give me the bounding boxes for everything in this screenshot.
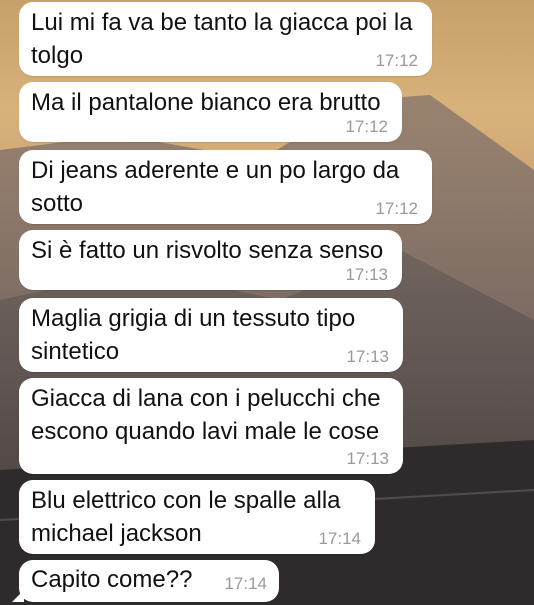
message-text-line: Si è fatto un risvolto senza senso [31,237,384,264]
message-text-line: Di jeans aderente e un po largo da [31,157,400,184]
message-timestamp: 17:13 [346,347,389,366]
message-bubble[interactable]: Capito come?? 17:14 [12,560,279,602]
message-bubble[interactable]: Blu elettrico con le spalle alla michael… [19,480,375,554]
message-timestamp: 17:12 [345,117,388,136]
message-text-line: Blu elettrico con le spalle alla [31,487,341,514]
message-timestamp: 17:12 [375,51,418,70]
message-text-line: Ma il pantalone bianco era brutto [31,89,381,116]
message-bubble[interactable]: Giacca di lana con i pelucchi che escono… [19,378,403,474]
bubble-tail [12,590,24,602]
message-text-line: Maglia grigia di un tessuto tipo [31,305,356,332]
message-timestamp: 17:12 [375,199,418,218]
message-text-line: tolgo [31,42,84,69]
message-timestamp: 17:13 [345,265,388,284]
message-bubble[interactable]: Ma il pantalone bianco era brutto 17:12 [19,82,402,142]
message-text-line: Giacca di lana con i pelucchi che [31,385,381,412]
message-text-line: Lui mi fa va be tanto la giacca poi la [31,9,413,36]
message-bubble[interactable]: Di jeans aderente e un po largo da sotto… [19,150,432,224]
message-bubble[interactable]: Maglia grigia di un tessuto tipo sinteti… [19,298,403,372]
message-timestamp: 17:14 [224,574,267,593]
message-timestamp: 17:13 [346,449,389,468]
message-text-line: sotto [31,190,84,217]
message-text-line: sintetico [31,338,120,365]
chat-thread: Lui mi fa va be tanto la giacca poi la t… [0,0,534,605]
message-bubble[interactable]: Si è fatto un risvolto senza senso 17:13 [19,230,402,290]
message-timestamp: 17:14 [318,529,361,548]
message-text-line: escono quando lavi male le cose [31,418,380,445]
message-bubble[interactable]: Lui mi fa va be tanto la giacca poi la t… [19,2,432,76]
message-text-line: michael jackson [31,520,202,547]
